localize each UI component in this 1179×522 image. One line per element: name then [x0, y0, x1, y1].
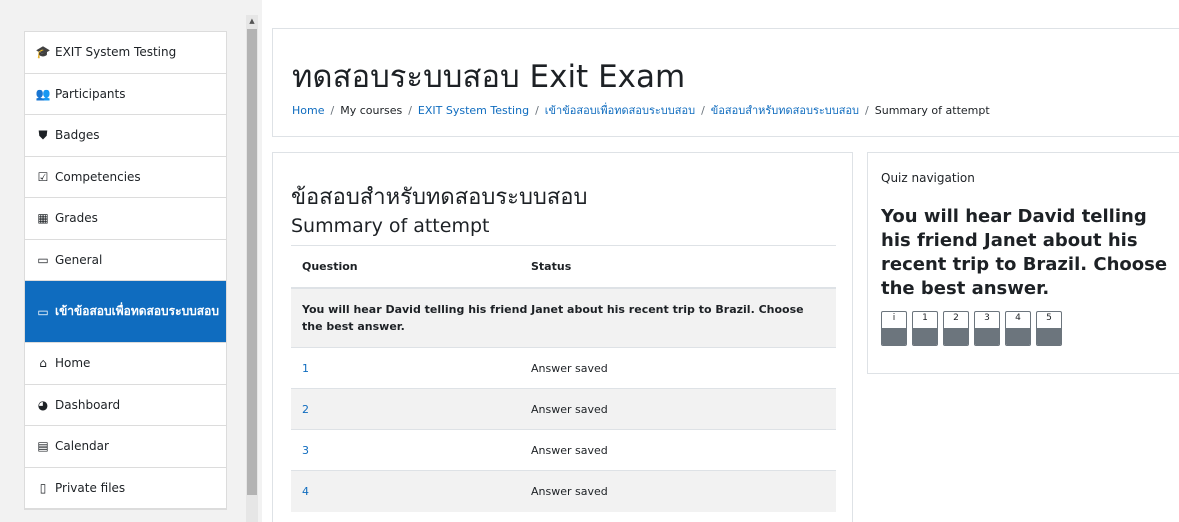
- breadcrumb-course[interactable]: EXIT System Testing: [418, 104, 529, 117]
- breadcrumb-home[interactable]: Home: [292, 104, 324, 117]
- sidebar-item-home[interactable]: ⌂ Home: [25, 343, 226, 385]
- quiz-nav-button-2[interactable]: 2: [943, 311, 969, 346]
- calendar-icon: ▤: [37, 439, 49, 454]
- course-nav-list: 🎓 EXIT System Testing 👥 Participants ⛊ B…: [24, 31, 227, 510]
- page-title: ทดสอบระบบสอบ Exit Exam: [292, 59, 686, 95]
- scroll-up-arrow-icon[interactable]: ▲: [246, 15, 258, 27]
- quiz-navigation-buttons: i 1 2 3 4 5: [881, 311, 1062, 346]
- sidebar-item-label: Calendar: [55, 439, 109, 454]
- page-header: ทดสอบระบบสอบ Exit Exam Home / My courses / E…: [272, 28, 1179, 137]
- quiz-nav-button-label: i: [892, 313, 896, 323]
- answered-indicator: [1037, 328, 1061, 345]
- quiz-title: ข้อสอบสำหรับทดสอบระบบสอบ: [291, 185, 588, 210]
- home-icon: ⌂: [39, 356, 47, 371]
- quiz-nav-button-5[interactable]: 5: [1036, 311, 1062, 346]
- sidebar-item-label: Badges: [55, 128, 100, 143]
- sidebar-item-label: Competencies: [55, 169, 141, 184]
- breadcrumb-separator: /: [701, 104, 705, 117]
- quiz-nav-button-label: 1: [922, 313, 928, 323]
- folder-icon: ▭: [37, 252, 49, 267]
- sidebar-item-grades[interactable]: ▦ Grades: [25, 198, 226, 240]
- table-row: 3 Answer saved: [291, 429, 836, 471]
- graduation-cap-icon: 🎓: [35, 45, 51, 60]
- answered-indicator: [882, 328, 906, 345]
- section-heading-text: You will hear David telling his friend J…: [291, 287, 836, 348]
- shield-icon: ⛊: [38, 127, 48, 142]
- file-icon: ▯: [39, 480, 47, 495]
- sidebar: 🎓 EXIT System Testing 👥 Participants ⛊ B…: [0, 0, 262, 522]
- table-row: 1 Answer saved: [291, 347, 836, 389]
- quiz-nav-button-3[interactable]: 3: [974, 311, 1000, 346]
- question-status: Answer saved: [520, 429, 836, 471]
- section-heading-row: You will hear David telling his friend J…: [291, 287, 836, 348]
- users-icon: 👥: [35, 86, 51, 101]
- breadcrumb-quiz[interactable]: ข้อสอบสำหรับทดสอบระบบสอบ: [711, 104, 859, 117]
- question-link[interactable]: 1: [291, 347, 520, 389]
- table-header-row: Question Status: [291, 245, 836, 289]
- quiz-navigation-section-title: You will hear David telling his friend J…: [881, 206, 1168, 299]
- sidebar-item-badges[interactable]: ⛊ Badges: [25, 115, 226, 157]
- question-status: Answer saved: [520, 388, 836, 430]
- sidebar-item-course[interactable]: 🎓 EXIT System Testing: [25, 32, 226, 74]
- column-header-question: Question: [291, 245, 520, 289]
- sidebar-item-label: เข้าข้อสอบเพื่อทดสอบระบบสอบ: [55, 304, 219, 318]
- breadcrumb-separator: /: [865, 104, 869, 117]
- summary-title: Summary of attempt: [291, 215, 490, 237]
- quiz-nav-button-label: 3: [984, 313, 990, 323]
- check-square-icon: ☑: [37, 169, 49, 184]
- breadcrumb-section[interactable]: เข้าข้อสอบเพื่อทดสอบระบบสอบ: [545, 104, 695, 117]
- quiz-nav-button-info[interactable]: i: [881, 311, 907, 346]
- sidebar-item-exam-section[interactable]: ▭ เข้าข้อสอบเพื่อทดสอบระบบสอบ: [25, 281, 226, 343]
- breadcrumb-my-courses: My courses: [340, 104, 403, 117]
- answered-indicator: [913, 328, 937, 345]
- question-link[interactable]: 4: [291, 470, 520, 512]
- table-icon: ▦: [37, 211, 49, 226]
- quiz-nav-button-label: 5: [1046, 313, 1052, 323]
- main-content: ข้อสอบสำหรับทดสอบระบบสอบ Summary of atte…: [272, 152, 853, 522]
- scrollbar-thumb[interactable]: [247, 29, 257, 495]
- folder-icon: ▭: [37, 304, 49, 319]
- sidebar-item-dashboard[interactable]: ◕ Dashboard: [25, 385, 226, 426]
- breadcrumb-separator: /: [535, 104, 539, 117]
- dashboard-icon: ◕: [37, 397, 49, 412]
- quiz-nav-button-label: 2: [953, 313, 959, 323]
- sidebar-item-label: Participants: [55, 86, 126, 101]
- quiz-nav-button-label: 4: [1015, 313, 1021, 323]
- question-status: Answer saved: [520, 470, 836, 512]
- sidebar-scrollbar[interactable]: [246, 15, 258, 522]
- sidebar-item-label: EXIT System Testing: [55, 45, 177, 60]
- breadcrumb-separator: /: [408, 104, 412, 117]
- breadcrumb-current: Summary of attempt: [874, 104, 990, 117]
- question-status: Answer saved: [520, 347, 836, 389]
- question-link[interactable]: 3: [291, 429, 520, 471]
- sidebar-item-label: General: [55, 252, 103, 267]
- answered-indicator: [944, 328, 968, 345]
- quiz-navigation-heading: Quiz navigation: [881, 171, 975, 185]
- breadcrumb-separator: /: [330, 104, 335, 117]
- column-header-status: Status: [520, 245, 836, 289]
- question-link[interactable]: 2: [291, 388, 520, 430]
- answered-indicator: [1006, 328, 1030, 345]
- summary-table: Question Status You will hear David tell…: [291, 245, 836, 512]
- sidebar-item-label: Grades: [55, 211, 98, 226]
- sidebar-item-participants[interactable]: 👥 Participants: [25, 74, 226, 115]
- breadcrumb: Home / My courses / EXIT System Testing / เข้า…: [292, 101, 990, 119]
- sidebar-item-label: Dashboard: [55, 397, 121, 412]
- table-row: 2 Answer saved: [291, 388, 836, 430]
- sidebar-item-label: Private files: [55, 480, 126, 495]
- sidebar-item-private-files[interactable]: ▯ Private files: [25, 468, 226, 509]
- table-row: 4 Answer saved: [291, 470, 836, 512]
- sidebar-item-label: Home: [55, 356, 91, 371]
- sidebar-item-competencies[interactable]: ☑ Competencies: [25, 157, 226, 198]
- sidebar-item-general[interactable]: ▭ General: [25, 240, 226, 281]
- quiz-nav-button-4[interactable]: 4: [1005, 311, 1031, 346]
- answered-indicator: [975, 328, 999, 345]
- quiz-navigation-block: Quiz navigation You will hear David tell…: [867, 152, 1179, 374]
- quiz-nav-button-1[interactable]: 1: [912, 311, 938, 346]
- sidebar-item-calendar[interactable]: ▤ Calendar: [25, 426, 226, 468]
